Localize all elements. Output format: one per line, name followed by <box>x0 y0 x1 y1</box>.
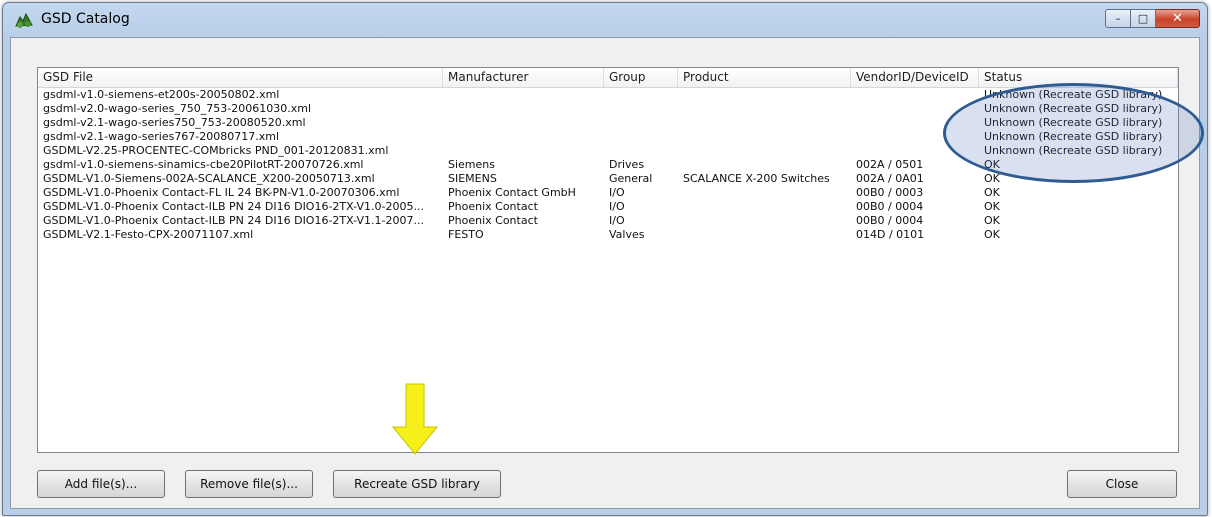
cell-gsd-file: gsdml-v2.1-wago-series767-20080717.xml <box>43 130 280 143</box>
cell-manufacturer: Phoenix Contact GmbH <box>448 186 576 199</box>
cell-manufacturer <box>443 144 604 158</box>
minimize-icon: – <box>1115 12 1121 25</box>
cell-group <box>604 130 678 144</box>
cell-product: SCALANCE X-200 Switches <box>683 172 830 185</box>
cell-group: General <box>609 172 653 185</box>
cell-product <box>678 144 851 158</box>
cell-gsd-file: gsdml-v1.0-siemens-et200s-20050802.xml <box>43 88 280 101</box>
cell-product <box>678 116 851 130</box>
cell-group: I/O <box>609 186 625 199</box>
column-header-gsd-file[interactable]: GSD File <box>38 68 443 87</box>
cell-manufacturer: FESTO <box>448 228 484 241</box>
caption-buttons: – □ ✕ <box>1105 9 1200 29</box>
table-row[interactable]: GSDML-V1.0-Phoenix Contact-ILB PN 24 DI1… <box>38 214 1178 228</box>
cell-product <box>678 200 851 214</box>
cell-vendor-device-id: 00B0 / 0004 <box>856 214 924 227</box>
cell-manufacturer <box>443 102 604 116</box>
yellow-down-arrow-icon <box>392 383 438 455</box>
cell-status: OK <box>984 214 1000 227</box>
column-header-manufacturer[interactable]: Manufacturer <box>443 68 604 87</box>
cell-manufacturer <box>443 116 604 130</box>
cell-gsd-file: GSDML-V1.0-Siemens-002A-SCALANCE_X200-20… <box>43 172 375 185</box>
add-files-button[interactable]: Add file(s)... <box>37 470 165 498</box>
cell-status: OK <box>984 228 1000 241</box>
minimize-button[interactable]: – <box>1105 9 1131 28</box>
cell-gsd-file: GSDML-V1.0-Phoenix Contact-FL IL 24 BK-P… <box>43 186 400 199</box>
cell-group <box>604 116 678 130</box>
cell-vendor-device-id: 00B0 / 0004 <box>856 200 924 213</box>
cell-product <box>678 186 851 200</box>
cell-product <box>678 88 851 102</box>
cell-manufacturer <box>443 130 604 144</box>
cell-gsd-file: gsdml-v2.0-wago-series_750_753-20061030.… <box>43 102 312 115</box>
cell-group: Valves <box>609 228 645 241</box>
cell-gsd-file: GSDML-V1.0-Phoenix Contact-ILB PN 24 DI1… <box>43 214 424 227</box>
cell-group: Drives <box>609 158 645 171</box>
list-header: GSD File Manufacturer Group Product Vend… <box>38 68 1178 88</box>
recreate-gsd-library-button[interactable]: Recreate GSD library <box>333 470 501 498</box>
maximize-button[interactable]: □ <box>1131 9 1156 28</box>
cell-gsd-file: GSDML-V2.1-Festo-CPX-20071107.xml <box>43 228 254 241</box>
close-button[interactable]: Close <box>1067 470 1177 498</box>
column-header-vendor-device-id[interactable]: VendorID/DeviceID <box>851 68 979 87</box>
cell-manufacturer: Siemens <box>448 158 495 171</box>
table-row[interactable]: GSDML-V2.1-Festo-CPX-20071107.xml FESTO … <box>38 228 1178 242</box>
column-header-group[interactable]: Group <box>604 68 678 87</box>
maximize-icon: □ <box>1137 12 1149 25</box>
cell-gsd-file: GSDML-V2.25-PROCENTEC-COMbricks PND_001-… <box>43 144 389 157</box>
cell-vendor-device-id <box>851 88 979 102</box>
cell-gsd-file: GSDML-V1.0-Phoenix Contact-ILB PN 24 DI1… <box>43 200 424 213</box>
cell-vendor-device-id: 002A / 0501 <box>856 158 924 171</box>
cell-group: I/O <box>609 214 625 227</box>
close-window-button[interactable]: ✕ <box>1156 9 1200 28</box>
cell-group <box>604 144 678 158</box>
cell-status: OK <box>984 200 1000 213</box>
cell-manufacturer: SIEMENS <box>448 172 497 185</box>
table-row[interactable]: GSDML-V1.0-Phoenix Contact-ILB PN 24 DI1… <box>38 200 1178 214</box>
cell-status: OK <box>984 186 1000 199</box>
column-header-product[interactable]: Product <box>678 68 851 87</box>
cell-product <box>678 102 851 116</box>
cell-product <box>678 228 851 242</box>
cell-product <box>678 130 851 144</box>
cell-product <box>678 214 851 228</box>
cell-manufacturer: Phoenix Contact <box>448 214 538 227</box>
cell-vendor-device-id: 002A / 0A01 <box>856 172 924 185</box>
cell-manufacturer: Phoenix Contact <box>448 200 538 213</box>
status-highlight-ellipse <box>943 83 1204 183</box>
cell-manufacturer <box>443 88 604 102</box>
cell-group: I/O <box>609 200 625 213</box>
table-row[interactable]: GSDML-V1.0-Phoenix Contact-FL IL 24 BK-P… <box>38 186 1178 200</box>
cell-vendor-device-id: 014D / 0101 <box>856 228 925 241</box>
cell-group <box>604 88 678 102</box>
cell-gsd-file: gsdml-v2.1-wago-series750_753-20080520.x… <box>43 116 306 129</box>
window-title: GSD Catalog <box>41 11 130 27</box>
cell-group <box>604 102 678 116</box>
close-icon: ✕ <box>1172 11 1183 26</box>
remove-files-button[interactable]: Remove file(s)... <box>185 470 313 498</box>
gsd-catalog-window: GSD Catalog – □ ✕ GSD File Manufacturer … <box>2 2 1208 516</box>
app-icon <box>15 12 33 28</box>
title-bar[interactable]: GSD Catalog – □ ✕ <box>3 3 1207 37</box>
cell-product <box>678 158 851 172</box>
cell-vendor-device-id: 00B0 / 0003 <box>856 186 924 199</box>
cell-gsd-file: gsdml-v1.0-siemens-sinamics-cbe20PilotRT… <box>43 158 364 171</box>
